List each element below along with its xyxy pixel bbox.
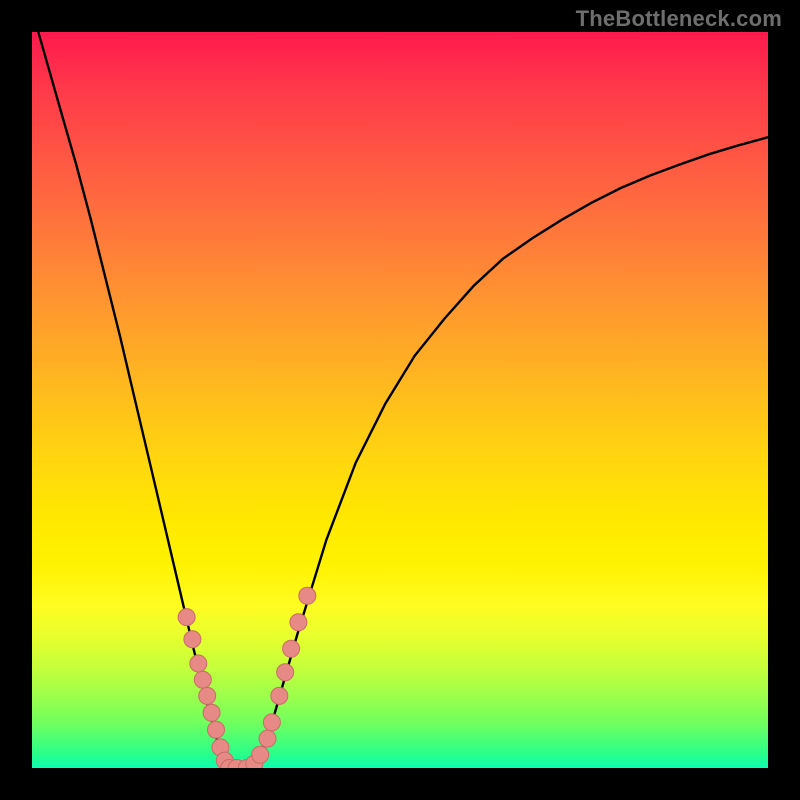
data-point [283,640,300,657]
watermark-text: TheBottleneck.com [576,6,782,32]
data-point [199,687,216,704]
data-point [190,655,207,672]
data-point [277,664,294,681]
data-point [252,746,269,763]
data-point [259,730,276,747]
data-point [299,587,316,604]
marker-group [178,587,316,768]
chart-svg [32,32,768,768]
chart-frame: TheBottleneck.com [0,0,800,800]
data-point [184,631,201,648]
data-point [194,671,211,688]
plot-area [32,32,768,768]
data-point [263,714,280,731]
data-point [178,609,195,626]
data-point [290,614,307,631]
bottleneck-curve [32,32,768,768]
data-point [271,687,288,704]
data-point [203,704,220,721]
data-point [208,721,225,738]
